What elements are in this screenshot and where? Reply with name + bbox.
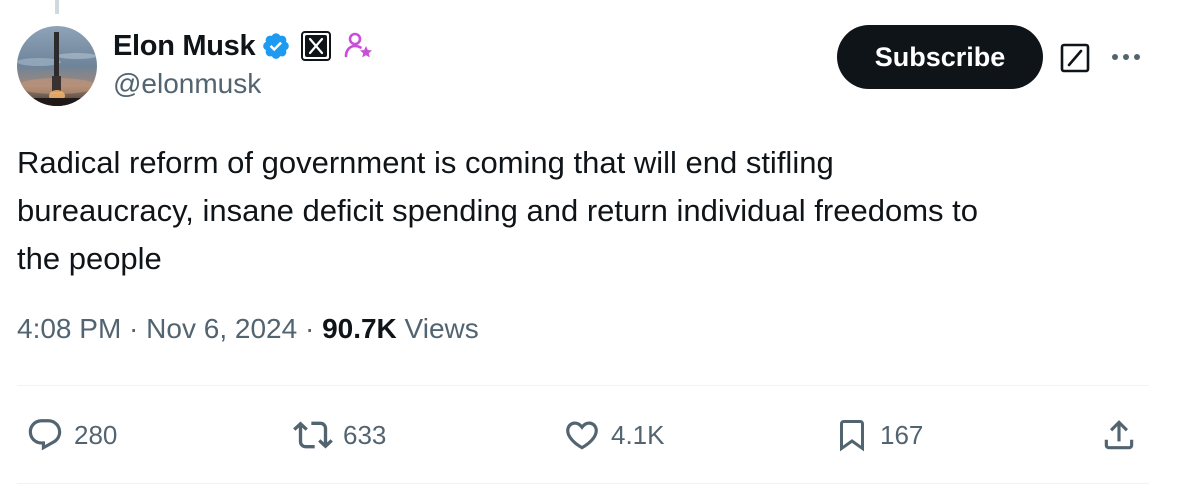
author-handle[interactable]: @elonmusk bbox=[113, 68, 261, 100]
meta-separator: · bbox=[121, 313, 147, 344]
more-icon[interactable] bbox=[1108, 45, 1144, 69]
verified-badge-icon[interactable] bbox=[261, 31, 291, 61]
reply-button[interactable]: 280 bbox=[26, 410, 117, 460]
share-button[interactable] bbox=[1100, 410, 1138, 460]
avatar-image bbox=[17, 26, 97, 106]
subscribe-button[interactable]: Subscribe bbox=[837, 25, 1043, 89]
thread-connector-line bbox=[55, 0, 59, 14]
avatar[interactable] bbox=[17, 26, 97, 106]
reply-count: 280 bbox=[74, 419, 118, 450]
heart-icon bbox=[566, 421, 598, 450]
tweet-meta: 4:08 PM · Nov 6, 2024 · 90.7K Views bbox=[17, 313, 479, 345]
views-label: Views bbox=[396, 313, 479, 344]
bookmark-button[interactable]: 167 bbox=[834, 410, 923, 460]
meta-separator: · bbox=[297, 313, 323, 344]
bookmark-count: 167 bbox=[880, 419, 924, 450]
repost-icon bbox=[293, 421, 333, 449]
x-logo-icon[interactable] bbox=[301, 31, 332, 61]
views-count[interactable]: 90.7K bbox=[322, 313, 397, 345]
author-name-row: Elon Musk bbox=[113, 26, 375, 66]
author-display-name[interactable]: Elon Musk bbox=[113, 30, 256, 63]
like-button[interactable]: 4.1K bbox=[563, 410, 665, 460]
person-star-icon[interactable] bbox=[343, 30, 375, 62]
like-count: 4.1K bbox=[611, 419, 665, 450]
divider bbox=[17, 483, 1149, 484]
tweet-text: Radical reform of government is coming t… bbox=[17, 145, 978, 276]
divider bbox=[17, 385, 1149, 386]
bookmark-icon bbox=[840, 420, 864, 452]
repost-button[interactable]: 633 bbox=[293, 410, 386, 460]
tweet-time[interactable]: 4:08 PM bbox=[17, 313, 121, 345]
share-icon bbox=[1104, 420, 1134, 450]
tweet-date[interactable]: Nov 6, 2024 bbox=[146, 313, 297, 345]
grok-icon[interactable] bbox=[1060, 43, 1090, 73]
reply-icon bbox=[28, 419, 62, 451]
repost-count: 633 bbox=[343, 419, 387, 450]
